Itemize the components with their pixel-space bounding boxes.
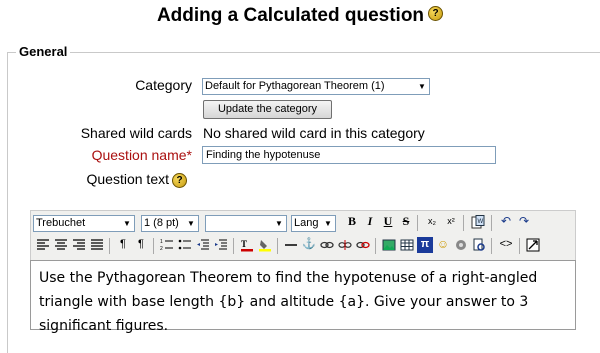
insert-image-icon[interactable] [381,237,397,253]
help-icon[interactable]: ? [172,173,187,188]
search-replace-icon[interactable] [471,237,487,253]
category-label: Category [135,77,192,93]
strikethrough-icon[interactable]: S [398,214,414,230]
rtl-icon[interactable]: ¶ [133,237,149,253]
ordered-list-icon[interactable]: 12 [159,237,175,253]
question-text-editor[interactable]: Use the Pythagorean Theorem to find the … [30,260,576,334]
anchor-icon[interactable]: ⚓ [301,237,317,253]
format-select[interactable]: ▼ [205,215,287,232]
superscript-icon[interactable]: x² [443,214,459,230]
editor-toolbar: Trebuchet ▼ 1 (8 pt) ▼ ▼ Lang ▼ B I U S … [30,210,576,260]
toolbar-separator [153,238,154,254]
no-link-icon[interactable] [355,237,371,253]
text-color-icon[interactable]: T [239,237,255,253]
toolbar-separator [233,238,234,254]
background-color-icon[interactable] [257,237,273,253]
page-title-text: Adding a Calculated question [156,5,425,26]
svg-text:T: T [241,239,247,249]
category-select[interactable]: Default for Pythagorean Theorem (1) ▼ [202,78,430,95]
horizontal-rule-icon[interactable] [283,237,299,253]
page-title: Adding a Calculated question? [0,5,600,27]
font-size-select[interactable]: 1 (8 pt) ▼ [141,215,199,232]
tex-math-icon[interactable]: π [417,237,433,253]
question-name-label: Question name* [40,147,192,163]
font-family-value: Trebuchet [36,217,86,229]
html-source-icon[interactable]: <> [498,237,514,253]
toolbar-separator [417,215,418,231]
language-select[interactable]: Lang ▼ [291,215,336,232]
italic-icon[interactable]: I [362,214,378,230]
chevron-down-icon: ▼ [324,219,332,228]
toolbar-separator [375,238,376,254]
chevron-down-icon: ▼ [275,219,283,228]
unordered-list-icon[interactable] [177,237,193,253]
smiley-icon[interactable]: ☺ [435,237,451,253]
svg-text:1: 1 [160,239,163,245]
required-mark: * [186,147,192,163]
bold-icon[interactable]: B [344,214,360,230]
category-select-value: Default for Pythagorean Theorem (1) [205,80,385,92]
outdent-icon[interactable] [195,237,211,253]
align-center-icon[interactable] [53,237,69,253]
help-icon[interactable]: ? [428,6,444,22]
redo-icon[interactable]: ↷ [516,214,532,230]
align-justify-icon[interactable] [89,237,105,253]
chevron-down-icon: ▼ [123,219,131,228]
ltr-icon[interactable]: ¶ [115,237,131,253]
font-size-value: 1 (8 pt) [144,217,179,229]
font-family-select[interactable]: Trebuchet ▼ [33,215,135,232]
link-icon[interactable] [319,237,335,253]
language-value: Lang [294,217,319,229]
toolbar-separator [277,238,278,254]
shared-wild-cards-label: Shared wild cards [80,125,192,141]
shared-wild-cards-value: No shared wild card in this category [203,125,425,141]
indent-icon[interactable] [213,237,229,253]
fullscreen-icon[interactable] [525,237,541,253]
subscript-icon[interactable]: x₂ [424,214,440,230]
underline-icon[interactable]: U [380,214,396,230]
unlink-icon[interactable] [337,237,353,253]
chevron-down-icon: ▼ [187,219,195,228]
toolbar-separator [463,215,464,231]
toolbar-separator [109,238,110,254]
align-right-icon[interactable] [71,237,87,253]
question-name-label-text: Question name [91,147,187,163]
section-legend: General [16,44,71,59]
special-char-icon[interactable] [453,237,469,253]
paste-word-icon[interactable]: W [470,214,486,230]
toolbar-separator [519,238,520,254]
question-text-label: Question text [86,171,170,187]
update-category-button[interactable]: Update the category [203,100,332,119]
insert-table-icon[interactable] [399,237,415,253]
toolbar-separator [491,215,492,231]
toolbar-separator [491,238,492,254]
align-left-icon[interactable] [35,237,51,253]
svg-text:W: W [478,219,484,225]
svg-text:2: 2 [160,246,163,252]
chevron-down-icon: ▼ [418,82,426,91]
undo-icon[interactable]: ↶ [498,214,514,230]
question-name-input[interactable]: Finding the hypotenuse [202,146,496,164]
